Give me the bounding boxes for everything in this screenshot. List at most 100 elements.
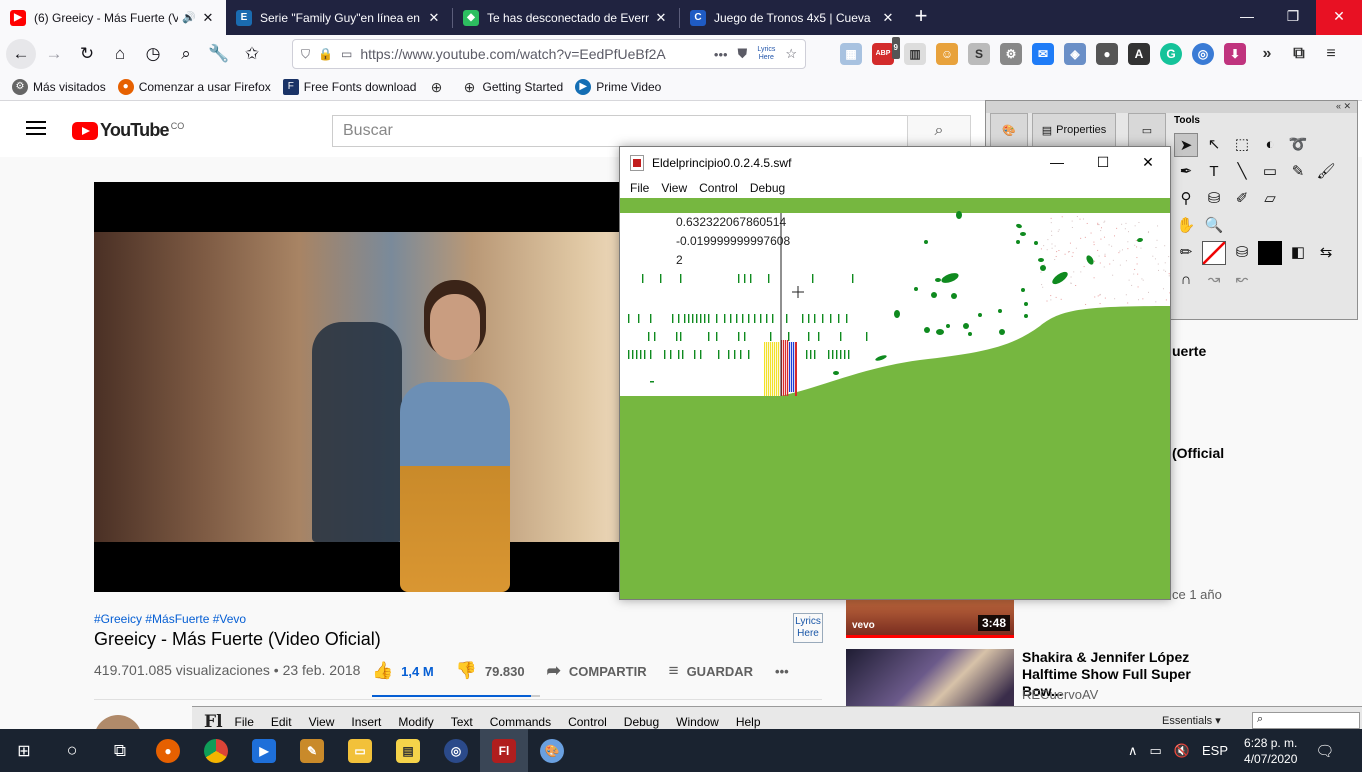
pocket-icon[interactable]: ⛊ [738,46,748,62]
close-window-button[interactable]: ✕ [1316,0,1362,35]
lyrics-here-extension-icon[interactable]: Lyrics Here [757,46,775,62]
recommendation-thumbnail[interactable]: vevo 3:48 [846,598,1014,638]
like-button[interactable]: 👍 1,4 M [372,661,434,681]
reload-button[interactable]: ↻ [72,39,102,69]
overflow-menu-icon[interactable]: » [1256,43,1278,65]
settings-extension-icon[interactable]: ⚙ [1000,43,1022,65]
3d-rotation-icon[interactable]: ◐ [1258,133,1282,157]
color-panel-tab[interactable]: 🎨 [990,113,1028,147]
flash-menu-file[interactable]: File [235,715,254,729]
no-stroke-swatch[interactable] [1202,241,1226,265]
taskbar-paint[interactable]: 🎨 [528,729,576,772]
monkey-extension-icon[interactable]: ☺ [936,43,958,65]
bookmark-comenzar-firefox[interactable]: ● Comenzar a usar Firefox [117,78,271,95]
account-icon[interactable]: ● [1096,43,1118,65]
swf-stage[interactable]: 0.63232206786051​4 -0.019999999997608 2 [620,198,1170,599]
hamburger-menu-icon[interactable]: ≡ [1320,43,1342,65]
wrench-icon[interactable]: 🔧 [204,39,234,69]
line-tool-icon[interactable]: ╲ [1230,160,1254,184]
swf-menu-file[interactable]: File [630,181,649,195]
messenger-icon[interactable]: ✉ [1032,43,1054,65]
action-center-icon[interactable]: 🗨 [1315,742,1334,760]
close-tab-icon[interactable]: ✕ [200,10,216,26]
bookmark-free-fonts[interactable]: F Free Fonts download [282,78,416,95]
bookmark-prime-video[interactable]: ▶ Prime Video [575,78,661,95]
lock-icon[interactable]: 🔒 [318,47,333,61]
page-actions-button[interactable]: ••• [714,47,728,62]
back-button[interactable]: ← [6,39,36,69]
history-icon[interactable]: ◷ [138,39,168,69]
swf-maximize-button[interactable]: ☐ [1080,147,1126,178]
rectangle-tool-icon[interactable]: ▭ [1258,160,1282,184]
share-button[interactable]: ➦ COMPARTIR [547,661,647,681]
flash-help-search-input[interactable]: ⌕ [1252,712,1360,729]
paint-bucket-icon[interactable]: ⛁ [1202,187,1226,211]
s-extension-icon[interactable]: S [968,43,990,65]
lyrics-here-button[interactable]: Lyrics Here [793,613,823,643]
properties-panel-tab[interactable]: ▤ Properties [1032,113,1116,147]
show-hidden-icons-chevron-icon[interactable]: ∧ [1128,743,1138,759]
screenshot-extension-icon[interactable]: ▦ [840,43,862,65]
youtube-search-input[interactable]: Buscar [332,115,908,147]
stroke-color-icon[interactable]: ✏ [1174,241,1198,265]
bookmark-getting-started[interactable]: ⊕ Getting Started [461,79,564,95]
input-language[interactable]: ESP [1202,743,1228,758]
bookmark-mas-visitados[interactable]: ⚙ Más visitados [12,78,106,95]
swf-close-button[interactable]: ✕ [1125,147,1171,178]
camera-permission-icon[interactable]: ▭ [341,47,352,61]
fill-swatch-black[interactable] [1258,241,1282,265]
shield-icon[interactable]: ⛉ [301,47,310,62]
bookmark-globe[interactable]: ⊕ [428,79,449,95]
flash-menu-edit[interactable]: Edit [271,715,292,729]
taskbar-vpn[interactable]: ◎ [432,729,480,772]
selection-arrow-icon[interactable]: ➤ [1174,133,1198,157]
snap-magnet-icon[interactable]: ∩ [1174,268,1198,292]
flash-menu-insert[interactable]: Insert [351,715,381,729]
taskbar-notes[interactable]: ▤ [384,729,432,772]
flash-menu-view[interactable]: View [309,715,335,729]
collapse-panel-icon[interactable]: « ✕ [1336,101,1351,111]
taskbar-firefox[interactable]: ● [144,729,192,772]
close-tab-icon[interactable]: ✕ [653,10,669,26]
taskbar-file-explorer[interactable]: ▭ [336,729,384,772]
fill-color-icon[interactable]: ⛁ [1230,241,1254,265]
taskbar-app-orange[interactable]: ✎ [288,729,336,772]
flash-menu-commands[interactable]: Commands [490,715,551,729]
tab-family-guy[interactable]: E Serie "Family Guy"en línea en in ✕ [226,0,452,35]
task-view-button[interactable]: ⧉ [96,729,144,772]
panel-header[interactable]: « ✕ [986,101,1357,113]
grammarly-icon[interactable]: G [1160,43,1182,65]
default-colors-icon[interactable]: ◧ [1286,241,1310,265]
save-button[interactable]: ≡ GUARDAR [669,661,753,681]
video-hashtags[interactable]: #Greeicy #MásFuerte #Vevo [94,612,246,626]
bookmark-page-icon[interactable]: ☆ [785,46,797,62]
reader-view-icon[interactable]: ▥ [904,43,926,65]
video-player[interactable] [94,182,634,592]
zoom-tool-icon[interactable]: 🔍 [1202,214,1226,238]
close-tab-icon[interactable]: ✕ [426,10,442,26]
taskbar-chrome[interactable] [192,729,240,772]
volume-muted-icon[interactable]: 🔇 [1174,743,1190,759]
extensions-puzzle-icon[interactable]: ⧉ [1288,43,1310,65]
url-bar[interactable]: ⛉ 🔒 ▭ https://www.youtube.com/watch?v=Ee… [292,39,806,69]
adblock-plus-icon[interactable]: ABP 9 [872,37,900,65]
smooth-icon[interactable]: ↝ [1202,268,1226,292]
swf-minimize-button[interactable]: — [1034,147,1080,178]
flash-menu-modify[interactable]: Modify [398,715,433,729]
subselection-arrow-icon[interactable]: ↖ [1202,133,1226,157]
flash-menu-window[interactable]: Window [676,715,719,729]
bookmark-star-icon[interactable]: ✩ [237,39,267,69]
brush-icon[interactable]: 🖌 [1314,160,1338,184]
url-text[interactable]: https://www.youtube.com/watch?v=EedPfUeB… [360,46,704,62]
bone-tool-icon[interactable]: ⚲ [1174,187,1198,211]
recommendation-channel[interactable]: RECuervoAV [1022,687,1098,702]
flash-menu-help[interactable]: Help [736,715,761,729]
taskbar-flash[interactable]: Fl [480,729,528,772]
close-tab-icon[interactable]: ✕ [880,10,896,26]
library-panel-tab[interactable]: ▭ [1128,113,1166,147]
tab-evernote[interactable]: ◆ Te has desconectado de Everno ✕ [453,0,679,35]
search-icon[interactable]: ⌕ [171,39,201,69]
network-icon[interactable]: ▭ [1150,743,1162,759]
home-button[interactable]: ⌂ [105,39,135,69]
recommendation-title-fragment[interactable]: (Official [1172,445,1224,461]
